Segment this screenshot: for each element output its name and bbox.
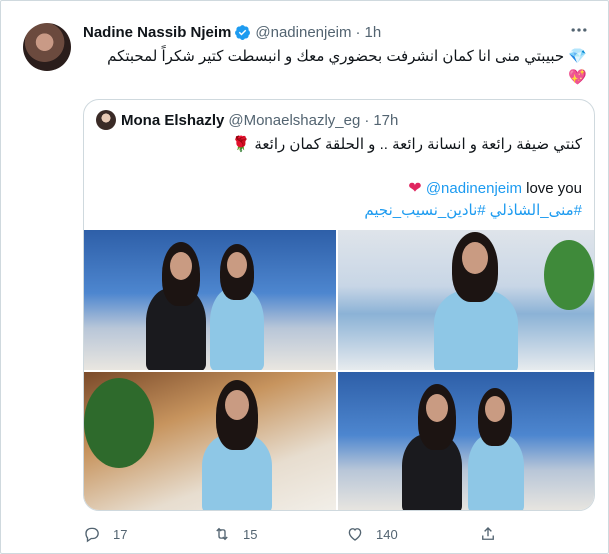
retweet-button[interactable]: 15 bbox=[213, 525, 257, 543]
plant bbox=[544, 240, 594, 310]
quoted-tweet[interactable]: Mona Elshazly @Monaelshazly_eg · 17h كنت… bbox=[83, 99, 595, 511]
author-avatar[interactable] bbox=[23, 23, 71, 71]
person-center bbox=[434, 290, 518, 370]
face-center bbox=[462, 242, 488, 274]
share-button[interactable] bbox=[479, 525, 509, 543]
face-right bbox=[227, 252, 247, 278]
quoted-line-2-text: love you bbox=[521, 180, 582, 197]
rose-emoji: 🌹 bbox=[231, 136, 251, 153]
red-heart-emoji: ❤ bbox=[408, 180, 422, 197]
reply-count: 17 bbox=[113, 526, 128, 542]
like-icon bbox=[348, 528, 362, 541]
plant bbox=[84, 378, 154, 468]
photo-3[interactable] bbox=[84, 372, 336, 510]
tweet-text: 💎 حبيبتي منى انا كمان انشرفت بحضوري معك … bbox=[83, 46, 587, 88]
more-icon[interactable] bbox=[567, 20, 591, 44]
gem-emoji: 💎 bbox=[568, 48, 587, 65]
photo-4[interactable] bbox=[338, 372, 594, 510]
heart-emoji: 💖 bbox=[568, 69, 587, 86]
reply-button[interactable]: 17 bbox=[83, 525, 127, 543]
face-center bbox=[225, 390, 249, 420]
author-name[interactable]: Nadine Nassib Njeim bbox=[83, 24, 231, 41]
quoted-header: Mona Elshazly @Monaelshazly_eg · 17h bbox=[96, 110, 398, 130]
quoted-time: 17h bbox=[373, 111, 399, 129]
hashtags-link[interactable]: #منى_الشاذلي #نادين_نسيب_نجيم bbox=[364, 200, 582, 222]
verified-badge-icon bbox=[235, 25, 251, 40]
tweet-body: حبيبتي منى انا كمان انشرفت بحضوري معك و … bbox=[107, 48, 565, 65]
tweet-header: Nadine Nassib Njeim @nadinenjeim · 1h bbox=[83, 24, 381, 41]
face-left bbox=[426, 394, 448, 422]
author-handle[interactable]: @nadinenjeim bbox=[255, 24, 351, 41]
retweet-count: 15 bbox=[243, 526, 258, 542]
face-right bbox=[485, 396, 505, 422]
tweet-time[interactable]: 1h bbox=[365, 24, 382, 41]
quoted-line-1: كنتي ضيفة رائعة و انسانة رائعة .. و الحل… bbox=[232, 134, 582, 156]
retweet-icon bbox=[216, 527, 228, 541]
face-left bbox=[170, 252, 192, 280]
mention-link[interactable]: @nadinenjeim bbox=[426, 180, 522, 197]
quoted-separator-dot: · bbox=[364, 111, 370, 129]
quoted-author-name: Mona Elshazly bbox=[121, 111, 225, 129]
quoted-line-1-text: كنتي ضيفة رائعة و انسانة رائعة .. و الحل… bbox=[254, 136, 582, 153]
photo-grid bbox=[84, 230, 594, 510]
person-right bbox=[210, 288, 264, 370]
quoted-avatar bbox=[96, 110, 116, 130]
like-count: 140 bbox=[376, 526, 398, 542]
photo-2[interactable] bbox=[338, 230, 594, 370]
share-icon bbox=[482, 527, 494, 540]
photo-1[interactable] bbox=[84, 230, 336, 370]
reply-icon bbox=[85, 527, 99, 543]
quoted-handle: @Monaelshazly_eg bbox=[228, 111, 361, 129]
tweet-actions: 17 15 140 bbox=[83, 525, 595, 549]
separator-dot: · bbox=[355, 24, 361, 41]
like-button[interactable]: 140 bbox=[346, 525, 398, 543]
quoted-line-2: ❤ @nadinenjeim love you bbox=[408, 178, 582, 200]
